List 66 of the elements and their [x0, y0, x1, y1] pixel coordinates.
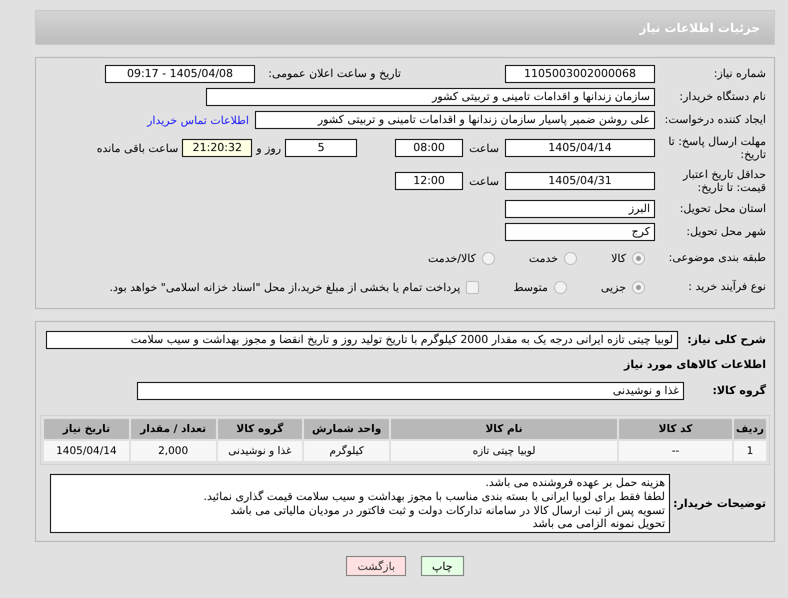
- column-header: گروه کالا: [218, 419, 302, 439]
- input-field: 1105003002000068: [505, 65, 655, 83]
- field-label: شماره نیاز:: [712, 67, 767, 81]
- field-label: استان محل تحویل:: [678, 202, 767, 216]
- radio-label: متوسط: [513, 280, 548, 294]
- input-field: 21:20:32: [182, 139, 252, 157]
- input-field: 5: [285, 139, 358, 157]
- table-cell: غذا و نوشیدنی: [218, 441, 302, 461]
- field-label: ایجاد کننده درخواست:: [664, 113, 767, 127]
- column-header: ردیف: [734, 419, 766, 439]
- column-header: تعداد / مقدار: [130, 419, 216, 439]
- input-field: علی روشن ضمیر پاسیار سازمان زندانها و اقدامات تامینی و تربیتی کشور: [255, 111, 655, 129]
- note-line: هزینه حمل بر عهده فروشنده می باشد.: [484, 476, 665, 490]
- radio-label: خدمت: [528, 252, 558, 264]
- note-line: تحویل نمونه الزامی می باشد: [532, 517, 665, 531]
- table-cell: 2,000: [130, 441, 216, 461]
- field-label: تاریخ و ساعت اعلان عمومی:: [267, 67, 402, 81]
- input-field: 1405/04/31: [505, 172, 655, 190]
- radio-label: جزیی: [600, 280, 626, 294]
- table-cell: 1: [734, 441, 766, 461]
- column-header: کد کالا: [619, 419, 732, 439]
- checkbox-label: پرداخت تمام یا بخشی از مبلغ خرید،از محل "اسناد خزانه اسلامی" خواهد بود.: [110, 280, 460, 294]
- input-field: کرج: [505, 223, 655, 241]
- print-button[interactable]: چاپ: [421, 556, 464, 576]
- remaining-label: ساعت باقی مانده: [96, 142, 178, 154]
- field-label: مهلت ارسال پاسخ: تا تاریخ:: [667, 134, 767, 162]
- back-button[interactable]: بازگشت: [346, 556, 406, 576]
- time-label: ساعت: [469, 174, 499, 188]
- section-heading: اطلاعات کالاهای مورد نیاز: [624, 358, 767, 370]
- table-cell: کیلوگرم: [304, 441, 389, 461]
- note-line: تسویه پس از ثبت ارسال کالا در سامانه تدارکات دولت و ثبت فاکتور در مودیان مالیاتی می باشد: [229, 504, 665, 518]
- table-cell: 1405/04/14: [44, 441, 129, 461]
- input-field: 12:00: [395, 172, 464, 190]
- input-field: 08:00: [395, 139, 464, 157]
- days-label: روز و: [256, 142, 282, 154]
- column-header: نام کالا: [391, 419, 617, 439]
- field-label: نام دستگاه خریدار:: [678, 90, 767, 104]
- column-header: واحد شمارش: [304, 419, 389, 439]
- field-label: حداقل تاریخ اعتبار قیمت: تا تاریخ:: [682, 168, 767, 194]
- input-field: سازمان زندانها و اقدامات تامینی و تربیتی کشور: [206, 88, 655, 106]
- checkbox[interactable]: [466, 280, 480, 294]
- table-cell: --: [619, 441, 732, 461]
- field-label: طبقه بندی موضوعی:: [668, 251, 767, 265]
- input-field: 1405/04/14: [505, 139, 655, 157]
- column-header: تاریخ نیاز: [44, 419, 129, 439]
- contact-link[interactable]: اطلاعات تماس خریدار: [147, 114, 249, 126]
- field-label: گروه کالا:: [711, 384, 767, 398]
- field-label: نوع فرآیند خرید :: [687, 280, 767, 294]
- radio-button[interactable]: [632, 252, 645, 264]
- time-label: ساعت: [469, 142, 499, 154]
- page-title: جزئیات اطلاعات نیاز: [639, 20, 760, 34]
- input-field: 1405/04/08 - 09:17: [105, 65, 255, 83]
- radio-button[interactable]: [632, 280, 645, 294]
- radio-button[interactable]: [564, 252, 578, 264]
- radio-label: کالا: [611, 252, 626, 264]
- field-label: شهر محل تحویل:: [685, 225, 767, 239]
- field-label: شرح کلی نیاز:: [686, 333, 767, 347]
- radio-label: کالا/خدمت: [428, 252, 476, 264]
- radio-button[interactable]: [482, 252, 495, 264]
- note-line: لطفا فقط برای لوبیا ایرانی با بسته بندی مناسب با مجوز بهداشت و سیب سلامت قیمت گذاری نمائید.: [202, 490, 665, 504]
- field-label: توضیحات خریدار:: [672, 496, 767, 510]
- radio-button[interactable]: [554, 280, 567, 294]
- table-cell: لوبیا چیتی تازه: [391, 441, 617, 461]
- input-field: غذا و نوشیدنی: [137, 382, 684, 400]
- description-box: لوبیا چیتی تازه ایرانی درجه یک به مقدار 2000 کیلوگرم با تاریخ تولید روز و تاریخ انقضا و مجوز بهداشت و سیب سلامت: [46, 331, 678, 349]
- input-field: البرز: [505, 200, 655, 218]
